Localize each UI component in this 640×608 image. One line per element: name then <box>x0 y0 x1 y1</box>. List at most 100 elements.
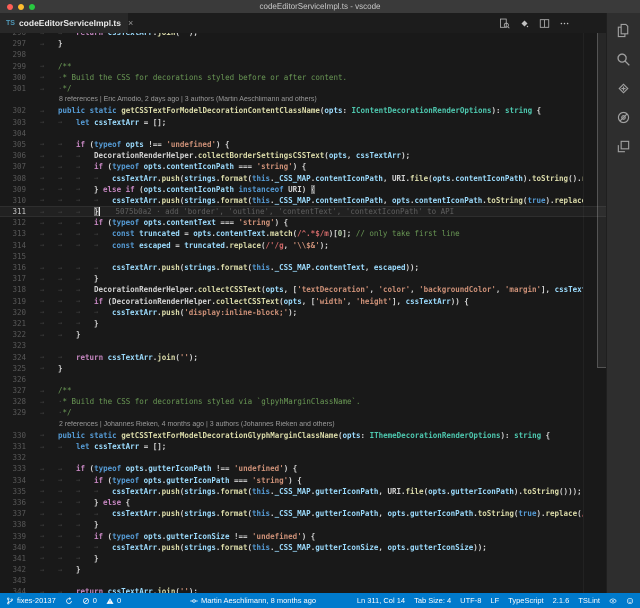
code-line[interactable]: 323 <box>0 340 606 351</box>
code-line[interactable]: 329→·*/ <box>0 407 606 418</box>
status-feedback[interactable] <box>626 597 634 605</box>
code-line[interactable]: 330→public static getCSSTextForModelDeco… <box>0 430 606 441</box>
status-sync[interactable] <box>65 597 73 605</box>
status-ts-version[interactable]: 2.1.6 <box>553 596 570 605</box>
whitespace-tab-arrow: → <box>58 543 76 551</box>
code-line[interactable]: 298 <box>0 49 606 60</box>
code-line-content: →→→if (typeof opts.contentIconPath === '… <box>40 162 583 171</box>
whitespace-tab-arrow: → <box>58 487 76 495</box>
code-line-content: →→→→cssTextArr.push(strings.format(this.… <box>40 263 583 272</box>
code-token: !== <box>229 532 252 541</box>
code-line[interactable]: 300→·* Build the CSS for decorations sty… <box>0 72 606 83</box>
activity-debug-icon[interactable] <box>607 103 640 132</box>
whitespace-tab-arrow: → <box>58 275 76 283</box>
code-line[interactable]: 331→→let cssTextArr = []; <box>0 441 606 452</box>
whitespace-tab-arrow: → <box>76 185 94 193</box>
code-line[interactable]: 325→} <box>0 363 606 374</box>
code-line[interactable]: 308→→→→cssTextArr.push(strings.format(th… <box>0 172 606 183</box>
code-line[interactable]: 311→→→}5075b0a2 · add 'border', 'outline… <box>0 206 606 217</box>
code-line[interactable]: 314→→→→const escaped = truncated.replace… <box>0 240 606 251</box>
code-line[interactable]: 320→→→→cssTextArr.push('display:inline-b… <box>0 307 606 318</box>
code-line[interactable]: 339→→→if (typeof opts.gutterIconSize !==… <box>0 530 606 541</box>
status-errors[interactable]: 0 <box>82 596 97 605</box>
code-line[interactable]: 333→→if (typeof opts.gutterIconPath !== … <box>0 463 606 474</box>
status-language-mode[interactable]: TypeScript <box>508 596 543 605</box>
status-encoding[interactable]: UTF-8 <box>460 596 481 605</box>
code-line[interactable]: 334→→→if (typeof opts.gutterIconPath ===… <box>0 475 606 486</box>
code-line[interactable]: 303→→let cssTextArr = []; <box>0 117 606 128</box>
code-line-content: →→let cssTextArr = []; <box>40 442 583 451</box>
line-number: 339 <box>0 532 26 541</box>
status-cursor-position[interactable]: Ln 311, Col 14 <box>357 596 405 605</box>
activity-explorer-icon[interactable] <box>607 16 640 45</box>
code-line[interactable]: 302→public static getCSSTextForModelDeco… <box>0 105 606 116</box>
codelens-row[interactable]: 2 references | Johannes Rieken, 4 months… <box>0 419 606 430</box>
smiley-icon <box>626 597 634 605</box>
code-line[interactable]: 319→→→if (DecorationRenderHelper.collect… <box>0 296 606 307</box>
code-line[interactable]: 316→→→→cssTextArr.push(strings.format(th… <box>0 262 606 273</box>
split-editor-icon[interactable] <box>539 18 550 29</box>
code-line[interactable]: 336→→→} else { <box>0 497 606 508</box>
close-tab-icon[interactable]: × <box>128 18 133 28</box>
code-line[interactable]: 318→→→DecorationRenderHelper.collectCSST… <box>0 284 606 295</box>
more-actions-icon[interactable] <box>559 18 570 29</box>
status-warnings[interactable]: 0 <box>106 596 121 605</box>
tab-codeEditorServiceImpl[interactable]: TS codeEditorServiceImpl.ts × <box>0 13 128 33</box>
code-token: strings <box>184 543 216 552</box>
whitespace-tab-arrow: → <box>76 219 94 227</box>
code-token: ]; <box>342 229 356 238</box>
code-line[interactable]: 306→→→DecorationRenderHelper.collectBord… <box>0 150 606 161</box>
whitespace-tab-arrow: → <box>58 286 76 294</box>
status-toggle-annotations[interactable] <box>609 597 617 605</box>
code-line[interactable]: 321→→→} <box>0 318 606 329</box>
code-line[interactable]: 307→→→if (typeof opts.contentIconPath ==… <box>0 161 606 172</box>
status-tslint[interactable]: TSLint <box>578 596 600 605</box>
whitespace-tab-arrow: → <box>94 264 112 272</box>
code-line[interactable]: 312→→→if (typeof opts.contentText === 's… <box>0 217 606 228</box>
code-line[interactable]: 327→/** <box>0 385 606 396</box>
status-indentation[interactable]: Tab Size: 4 <box>414 596 451 605</box>
code-line[interactable]: 340→→→→cssTextArr.push(strings.format(th… <box>0 542 606 553</box>
code-line[interactable]: 326 <box>0 374 606 385</box>
code-token: opts <box>144 162 162 171</box>
activity-extensions-icon[interactable] <box>607 132 640 161</box>
status-eol[interactable]: LF <box>490 596 499 605</box>
codelens-row[interactable]: 8 references | Eric Amodio, 2 days ago |… <box>0 94 606 105</box>
whitespace-tab-arrow: → <box>58 532 76 540</box>
code-token: contentText <box>315 263 365 272</box>
code-line[interactable]: 341→→→} <box>0 553 606 564</box>
activity-search-icon[interactable] <box>607 45 640 74</box>
code-line[interactable]: 315 <box>0 251 606 262</box>
code-line[interactable]: 309→→→} else if (opts.contentIconPath in… <box>0 184 606 195</box>
code-line[interactable]: 342→→} <box>0 564 606 575</box>
code-token: public <box>58 106 85 115</box>
code-line[interactable]: 344→→return cssTextArr.join(''); <box>0 586 606 593</box>
open-preview-icon[interactable] <box>499 18 510 29</box>
code-line[interactable]: 328→·* Build the CSS for decorations sty… <box>0 396 606 407</box>
code-line[interactable]: 335→→→→cssTextArr.push(strings.format(th… <box>0 486 606 497</box>
code-line[interactable]: 324→→return cssTextArr.join(''); <box>0 351 606 362</box>
code-line[interactable]: 332 <box>0 452 606 463</box>
code-editor[interactable]: 296→→return cssTextArr.join('');297→}298… <box>0 33 606 593</box>
code-token: cssTextArr <box>108 33 153 37</box>
code-line[interactable]: 304 <box>0 128 606 139</box>
code-line[interactable]: 313→→→→const truncated = opts.contentTex… <box>0 228 606 239</box>
code-line[interactable]: 301→·*/ <box>0 83 606 94</box>
code-line[interactable]: 299→/** <box>0 61 606 72</box>
code-line[interactable]: 337→→→→cssTextArr.push(strings.format(th… <box>0 508 606 519</box>
code-line[interactable]: 317→→→} <box>0 273 606 284</box>
code-line[interactable]: 297→} <box>0 38 606 49</box>
code-line[interactable]: 322→→} <box>0 329 606 340</box>
code-line[interactable]: 310→→→→cssTextArr.push(strings.format(th… <box>0 195 606 206</box>
editor-scrollbar[interactable] <box>597 33 606 368</box>
code-line[interactable]: 305→→if (typeof opts !== 'undefined') { <box>0 139 606 150</box>
code-line[interactable]: 343 <box>0 575 606 586</box>
status-git-branch[interactable]: fixes-20137 <box>6 596 56 605</box>
code-token: cssTextArr <box>112 487 157 496</box>
gitlens-icon[interactable] <box>519 18 530 29</box>
activity-source-control-icon[interactable] <box>607 74 640 103</box>
code-line[interactable]: 338→→→} <box>0 519 606 530</box>
status-gitlens-blame[interactable]: Martin Aeschlimann, 8 months ago <box>190 596 316 605</box>
line-number: 343 <box>0 576 26 585</box>
whitespace-tab-arrow: → <box>76 308 94 316</box>
